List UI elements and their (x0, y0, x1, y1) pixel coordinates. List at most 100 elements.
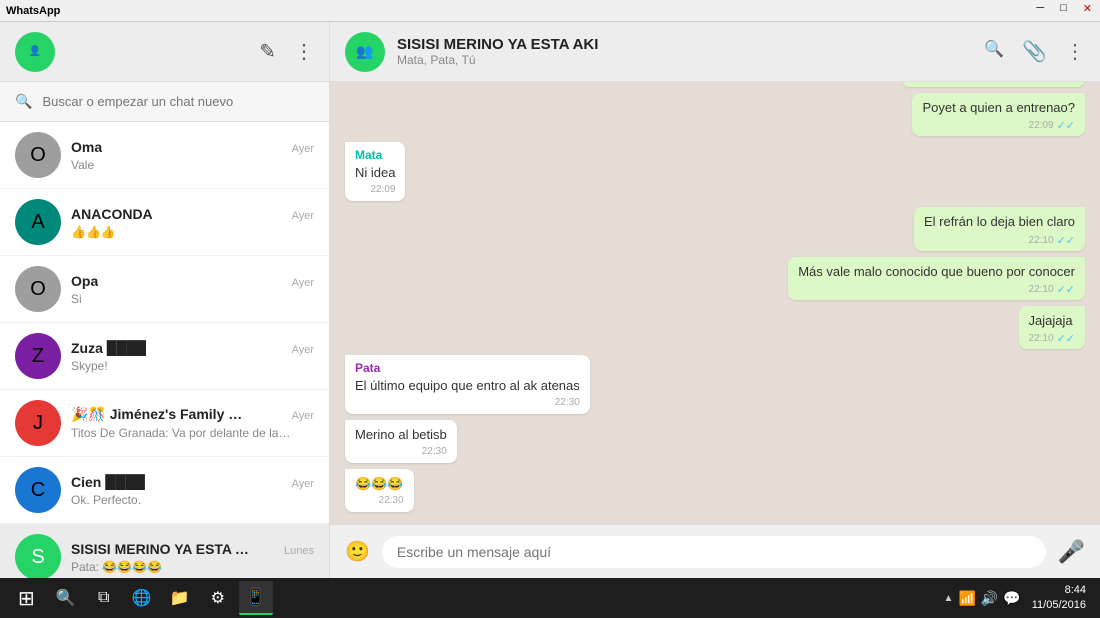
chat-list-item[interactable]: C Cien ████ Ayer Ok. Perfecto. (0, 457, 329, 524)
taskbar: ⊞ 🔍 ⧉ 🌐 📁 ⚙ 📱 ▲ 📶 🔊 💬 8:44 11/05/2016 (0, 578, 1100, 618)
main-layout: 👤 ✎ ⋮ 🔍 O Oma Ayer Vale A (0, 22, 1100, 578)
message-bubble: El refrán lo deja bien claro 22:10 ✓✓ (914, 207, 1085, 250)
search-input[interactable] (42, 94, 314, 109)
message-incoming: Mata Ni idea 22:09 (345, 142, 1085, 201)
message-sender: Mata (355, 148, 395, 162)
chat-list-item[interactable]: A ANACONDA Ayer 👍👍👍 (0, 189, 329, 256)
more-chat-icon[interactable]: ⋮ (1065, 39, 1085, 64)
taskbar-whatsapp-btn[interactable]: 📱 (239, 581, 273, 615)
search-chat-icon[interactable]: 🔍 (984, 39, 1004, 64)
chat-item-info: 🎉🎊 Jiménez's Family 🎉🎊 Ayer Titos De Gra… (71, 406, 314, 440)
message-bubble: Pata El último equipo que entro al ak at… (345, 355, 590, 414)
emoji-icon[interactable]: 🙂 (345, 539, 370, 564)
chat-item-time: Ayer (292, 478, 314, 490)
message-incoming-cont: 😂😂😂 22:30 (345, 469, 1085, 512)
chat-item-preview: Vale (71, 158, 291, 172)
chat-list-item[interactable]: Z Zuza ████ Ayer Skype! (0, 323, 329, 390)
tick-icon: ✓✓ (1057, 283, 1075, 296)
message-bubble: 😂😂😂 22:30 (345, 469, 414, 512)
chat-list-item[interactable]: J 🎉🎊 Jiménez's Family 🎉🎊 Ayer Titos De G… (0, 390, 329, 457)
chat-item-avatar: O (15, 266, 61, 312)
taskbar-tray: ▲ 📶 🔊 💬 8:44 11/05/2016 (944, 583, 1092, 614)
app-title: WhatsApp (6, 5, 60, 17)
chat-item-time: Ayer (292, 143, 314, 155)
chat-item-preview: Titos De Granada: Va por delante de las … (71, 426, 291, 440)
message-text: Más vale malo conocido que bueno por con… (798, 263, 1075, 281)
chat-name-row: 🎉🎊 Jiménez's Family 🎉🎊 Ayer (71, 406, 314, 423)
sidebar-header-icons: ✎ ⋮ (259, 39, 314, 64)
chat-list-item[interactable]: S SISISI MERINO YA ESTA AKI Lunes Pata: … (0, 524, 329, 578)
message-outgoing: El refrán lo deja bien claro 22:10 ✓✓ (345, 207, 1085, 250)
message-outgoing: Poyet a quien a entrenao? 22:09 ✓✓ (345, 93, 1085, 136)
chat-list-item[interactable]: O Opa Ayer Si (0, 256, 329, 323)
taskbar-date-value: 11/05/2016 (1032, 598, 1086, 613)
taskbar-volume-icon: 🔊 (981, 590, 998, 607)
message-bubble: Merino al betisb 22:30 (345, 420, 457, 463)
minimize-btn[interactable]: ─ (1032, 2, 1048, 15)
chat-item-preview: Skype! (71, 359, 291, 373)
chat-item-name: Opa (71, 273, 98, 289)
taskbar-settings-btn[interactable]: ⚙ (201, 581, 235, 615)
taskbar-clock: 8:44 11/05/2016 (1026, 583, 1092, 614)
taskbar-explorer-btn[interactable]: 📁 (163, 581, 197, 615)
taskbar-network-icon: 📶 (958, 590, 975, 607)
tick-icon: ✓✓ (1057, 119, 1075, 132)
taskbar-chevron-icon[interactable]: ▲ (944, 593, 954, 604)
message-text: Poyet a quien a entrenao? (922, 99, 1075, 117)
taskbar-search-btn[interactable]: 🔍 (49, 581, 83, 615)
message-time: 22:10 ✓✓ (1029, 332, 1075, 345)
message-input[interactable] (382, 536, 1046, 568)
message-text: 😂😂😂 (355, 475, 404, 493)
chat-item-name: Oma (71, 139, 102, 155)
chat-item-name: Zuza ████ (71, 340, 146, 356)
attach-icon[interactable]: 📎 (1022, 39, 1047, 64)
message-text: Ni idea (355, 164, 395, 182)
microphone-icon[interactable]: 🎤 (1058, 539, 1085, 565)
tick-icon: ✓✓ (1057, 234, 1075, 247)
chat-list-item[interactable]: O Oma Ayer Vale (0, 122, 329, 189)
chat-header-info: SISISI MERINO YA ESTA AKI Mata, Pata, Tú (397, 36, 972, 67)
message-time: 22:30 (355, 397, 580, 408)
message-text: Jajajaja (1029, 312, 1075, 330)
message-text: El refrán lo deja bien claro (924, 213, 1075, 231)
chat-input-area: 🙂 🎤 (330, 524, 1100, 578)
chat-item-name: ANACONDA (71, 206, 153, 222)
message-bubble: Más vale malo conocido que bueno por con… (788, 257, 1085, 300)
message-time: 22:30 (355, 495, 404, 506)
message-time: 22:09 ✓✓ (922, 119, 1075, 132)
chat-item-avatar: Z (15, 333, 61, 379)
message-outgoing: Más vale malo conocido que bueno por con… (345, 257, 1085, 300)
taskbar-task-view-btn[interactable]: ⧉ (87, 581, 121, 615)
chat-avatar[interactable]: 👥 (345, 32, 385, 72)
chat-item-info: Zuza ████ Ayer Skype! (71, 340, 314, 373)
chat-item-info: ANACONDA Ayer 👍👍👍 (71, 206, 314, 239)
chat-item-time: Ayer (292, 277, 314, 289)
search-icon: 🔍 (15, 93, 32, 110)
tick-icon: ✓✓ (1057, 332, 1075, 345)
chat-name-row: Opa Ayer (71, 273, 314, 289)
window-controls[interactable]: ─ □ ✕ (1032, 2, 1096, 15)
message-outgoing: Jajajaja 22:10 ✓✓ (345, 306, 1085, 349)
chat-item-avatar: A (15, 199, 61, 245)
chat-name-row: ANACONDA Ayer (71, 206, 314, 222)
user-avatar[interactable]: 👤 (15, 32, 55, 72)
message-text: El último equipo que entro al ak atenas (355, 377, 580, 395)
close-btn[interactable]: ✕ (1079, 2, 1096, 15)
chat-item-time: Ayer (292, 344, 314, 356)
message-text: Merino al betisb (355, 426, 447, 444)
chat-item-avatar: C (15, 467, 61, 513)
chat-name-row: SISISI MERINO YA ESTA AKI Lunes (71, 541, 314, 557)
chat-item-avatar: J (15, 400, 61, 446)
chat-header: 👥 SISISI MERINO YA ESTA AKI Mata, Pata, … (330, 22, 1100, 82)
more-options-icon[interactable]: ⋮ (294, 39, 314, 64)
sidebar: 👤 ✎ ⋮ 🔍 O Oma Ayer Vale A (0, 22, 330, 578)
taskbar-ie-btn[interactable]: 🌐 (125, 581, 159, 615)
start-button[interactable]: ⊞ (8, 586, 45, 611)
message-time: 22:09 (355, 184, 395, 195)
chat-name-row: Oma Ayer (71, 139, 314, 155)
chat-item-info: Cien ████ Ayer Ok. Perfecto. (71, 474, 314, 507)
message-time: 22:10 ✓✓ (924, 234, 1075, 247)
maximize-btn[interactable]: □ (1056, 2, 1071, 15)
message-bubble: Mata Ni idea 22:09 (345, 142, 405, 201)
new-chat-icon[interactable]: ✎ (259, 39, 276, 64)
